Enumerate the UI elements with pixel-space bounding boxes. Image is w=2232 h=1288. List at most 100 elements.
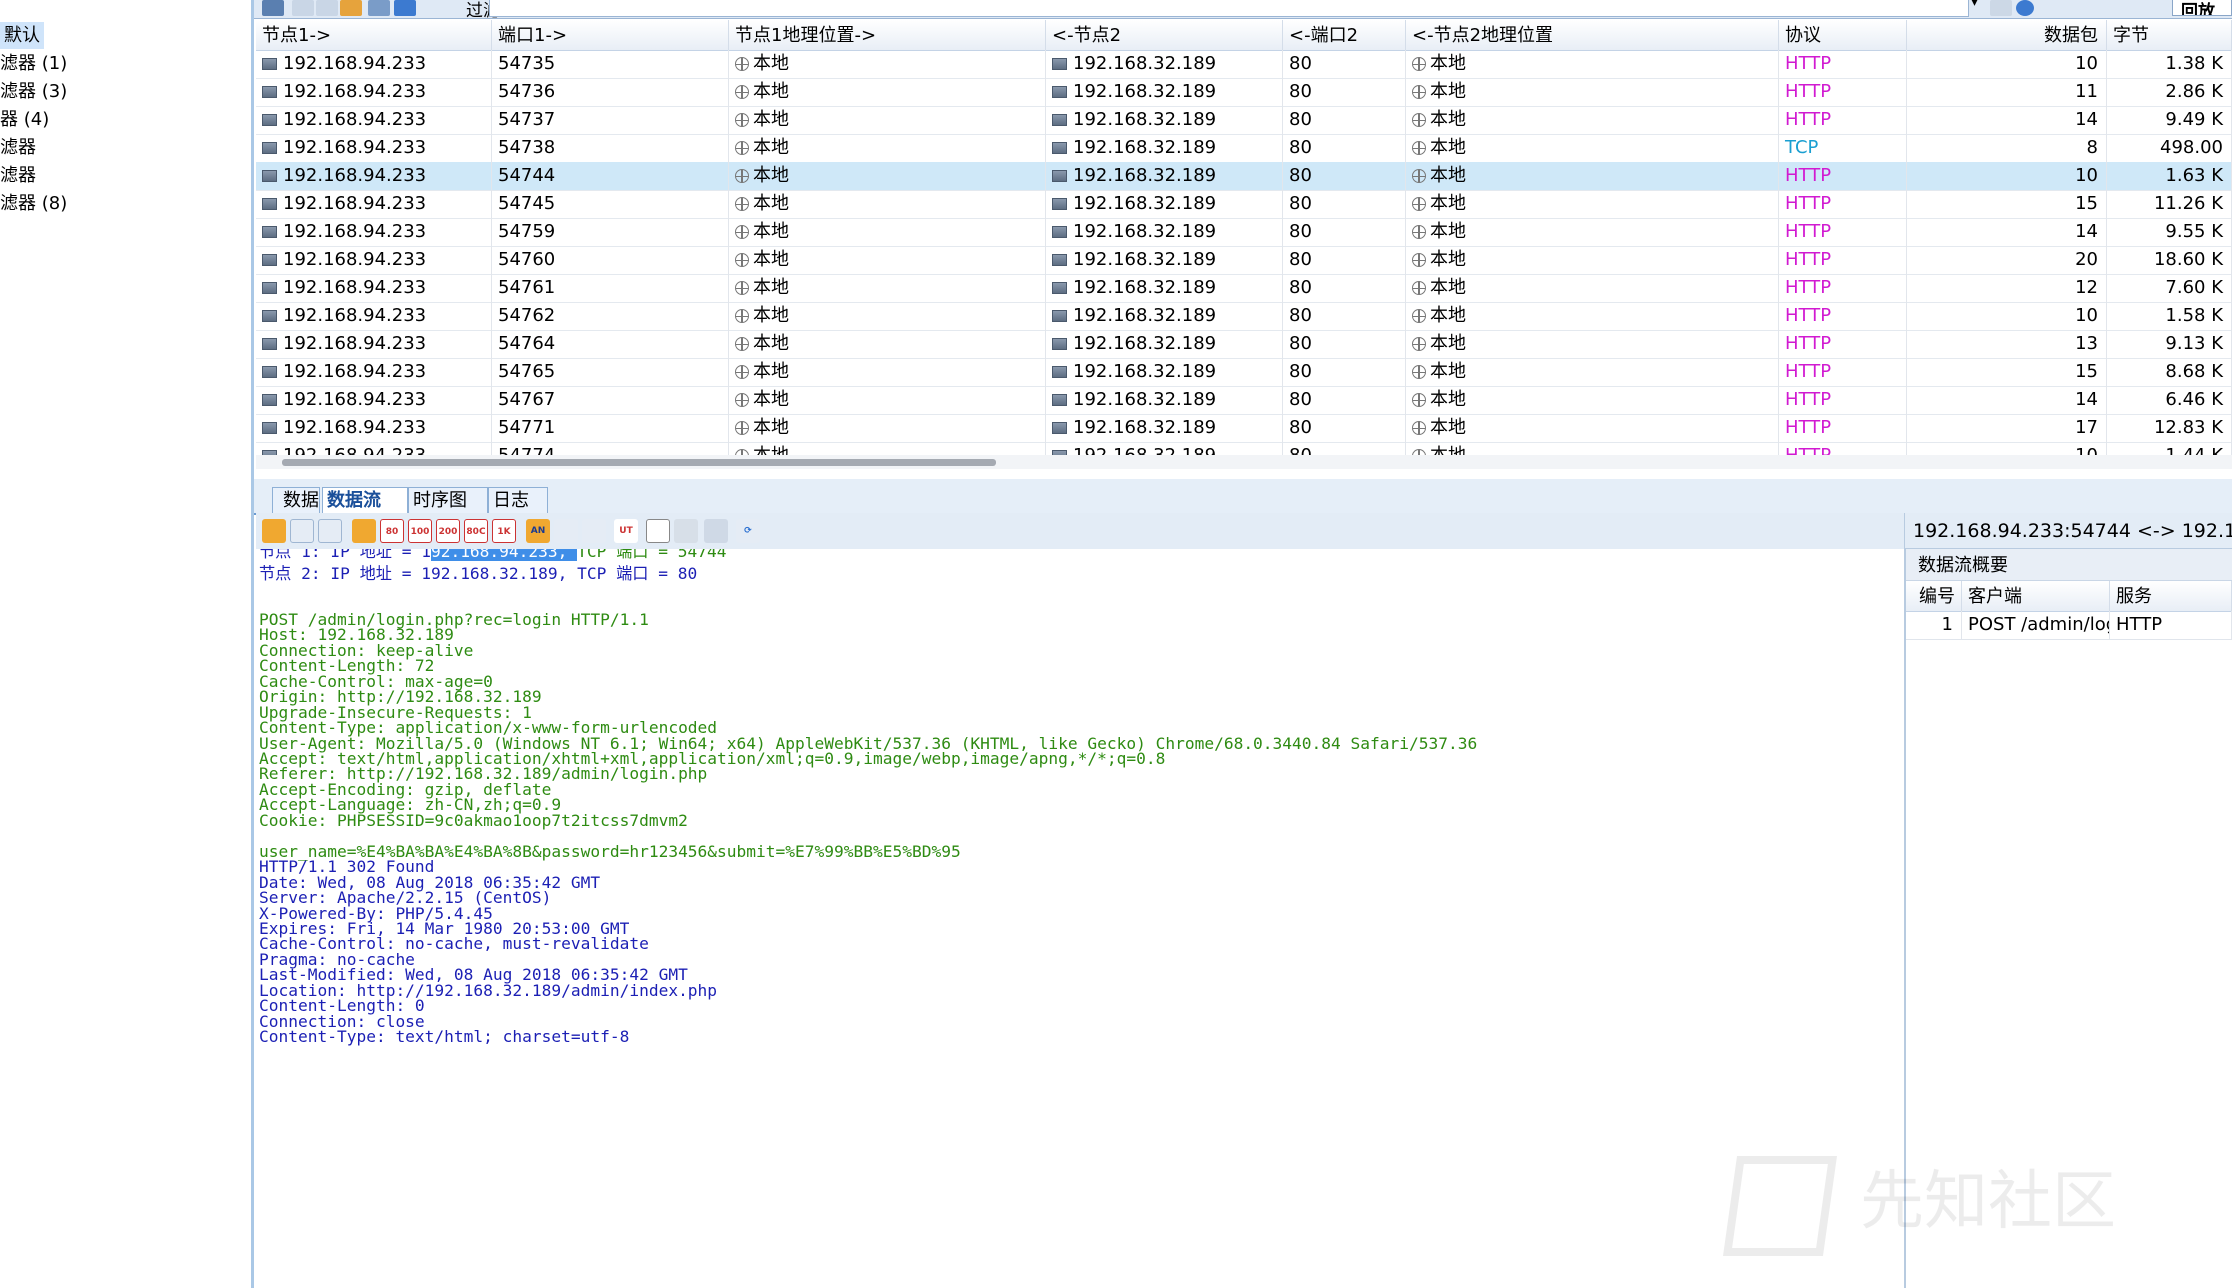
table-row[interactable]: 192.168.94.233 54738 本地 192.168.32.189 80 本地 T… xyxy=(256,134,2232,163)
col-protocol-cell: HTTP xyxy=(1779,246,1907,274)
scrollbar-thumb[interactable] xyxy=(282,459,996,466)
splitter[interactable] xyxy=(254,469,2232,479)
selected-text: 92.168.94.233, xyxy=(430,549,578,561)
tab-timing[interactable]: 时序图 xyxy=(408,487,488,513)
summary-header: 编号 客户端 服务 xyxy=(1906,581,2232,612)
computer-icon xyxy=(262,58,277,70)
col-packets-cell: 17 xyxy=(1907,414,2107,442)
summary-row[interactable]: 1 POST /admin/login.p... HTTP xyxy=(1906,611,2232,640)
col-packets-value: 14 xyxy=(2075,389,2098,410)
table-row[interactable]: 192.168.94.233 54767 本地 192.168.32.189 80 本地 H… xyxy=(256,386,2232,415)
summary-row-server: HTTP xyxy=(2110,611,2232,639)
hex-icon[interactable] xyxy=(646,519,670,543)
col-node2-cell: 192.168.32.189 xyxy=(1046,218,1283,246)
table-row[interactable]: 192.168.94.233 54736 本地 192.168.32.189 80 本地 H… xyxy=(256,78,2232,107)
col-geo1-cell: 本地 xyxy=(729,302,1046,330)
col-node1-value: 192.168.94.233 xyxy=(283,333,427,354)
text-icon[interactable] xyxy=(554,519,578,543)
col-node2-value: 192.168.32.189 xyxy=(1073,249,1217,270)
horizontal-scrollbar[interactable] xyxy=(256,455,2232,469)
doc-icon[interactable] xyxy=(292,0,314,16)
tree-item[interactable]: 默认 xyxy=(0,22,44,49)
size-80c-icon[interactable]: 80C xyxy=(464,519,488,543)
table-row[interactable]: 192.168.94.233 54737 本地 192.168.32.189 80 本地 H… xyxy=(256,106,2232,135)
table-row[interactable]: 192.168.94.233 54762 本地 192.168.32.189 80 本地 H… xyxy=(256,302,2232,331)
size-1k-icon[interactable]: 1K xyxy=(492,519,516,543)
size-100-icon[interactable]: 100 xyxy=(408,519,432,543)
col-geo1-cell: 本地 xyxy=(729,50,1046,78)
table-row[interactable]: 192.168.94.233 54765 本地 192.168.32.189 80 本地 H… xyxy=(256,358,2232,387)
tree-item[interactable]: 器 (4) xyxy=(0,106,49,133)
tree-item[interactable]: 滤器 (8) xyxy=(0,190,67,217)
doc-icon[interactable] xyxy=(316,0,338,16)
table-row[interactable]: 192.168.94.233 54774 本地 192.168.32.189 80 本地 H… xyxy=(256,442,2232,455)
summary-col-server[interactable]: 服务 xyxy=(2110,581,2232,611)
size-200-icon[interactable]: 200 xyxy=(436,519,460,543)
col-port1-header[interactable]: 端口1-> xyxy=(492,20,729,50)
export-icon[interactable] xyxy=(674,519,698,543)
filter-input[interactable] xyxy=(489,0,1969,17)
table-row[interactable]: 192.168.94.233 54745 本地 192.168.32.189 80 本地 H… xyxy=(256,190,2232,219)
stream-direction-both-icon[interactable] xyxy=(262,519,286,543)
col-geo2-cell: 本地 xyxy=(1406,162,1779,190)
col-node2-header[interactable]: <-节点2 xyxy=(1046,20,1283,50)
computer-icon xyxy=(262,142,277,154)
table-row[interactable]: 192.168.94.233 54764 本地 192.168.32.189 80 本地 H… xyxy=(256,330,2232,359)
calendar-icon[interactable] xyxy=(340,0,362,16)
save-icon[interactable] xyxy=(262,0,284,16)
col-bytes-cell: 1.58 K xyxy=(2107,302,2232,330)
globe-icon xyxy=(735,57,749,71)
col-packets-value: 17 xyxy=(2075,417,2098,438)
help-icon[interactable] xyxy=(2016,0,2034,16)
save-image-icon[interactable] xyxy=(704,519,728,543)
computer-icon xyxy=(262,310,277,322)
tab-log[interactable]: 日志 xyxy=(488,487,548,513)
copy-icon[interactable] xyxy=(352,519,376,543)
col-node1-header[interactable]: 节点1-> xyxy=(256,20,492,50)
table-row[interactable]: 192.168.94.233 54759 本地 192.168.32.189 80 本地 H… xyxy=(256,218,2232,247)
col-node2-cell: 192.168.32.189 xyxy=(1046,274,1283,302)
col-port1-cell: 54774 xyxy=(492,442,729,455)
table-row[interactable]: 192.168.94.233 54744 本地 192.168.32.189 80 本地 H… xyxy=(256,162,2232,191)
computer-icon xyxy=(1052,198,1067,210)
table-row[interactable]: 192.168.94.233 54760 本地 192.168.32.189 80 本地 H… xyxy=(256,246,2232,275)
col-bytes-value: 12.83 K xyxy=(2153,417,2223,438)
network-icon[interactable] xyxy=(368,0,390,16)
col-protocol-value: HTTP xyxy=(1785,361,1832,382)
col-protocol-header[interactable]: 协议 xyxy=(1779,20,1907,50)
col-port2-header[interactable]: <-端口2 xyxy=(1283,20,1406,50)
col-geo2-value: 本地 xyxy=(1430,305,1466,326)
refresh-icon[interactable] xyxy=(394,0,416,16)
col-packets-header[interactable]: 数据包 xyxy=(1907,20,2107,50)
tree-item[interactable]: 滤器 xyxy=(0,134,36,161)
col-packets-value: 15 xyxy=(2075,193,2098,214)
replay-button[interactable]: 回放 xyxy=(2172,0,2232,16)
ascii-icon[interactable]: AN xyxy=(526,519,550,543)
table-row[interactable]: 192.168.94.233 54771 本地 192.168.32.189 80 本地 H… xyxy=(256,414,2232,443)
stream-direction-server-icon[interactable] xyxy=(318,519,342,543)
search-icon[interactable] xyxy=(1990,0,2012,16)
col-geo1-value: 本地 xyxy=(753,81,789,102)
size-80-icon[interactable]: 80 xyxy=(380,519,404,543)
tab-packets[interactable]: 数据包 xyxy=(272,487,320,513)
utf8-icon[interactable]: UT xyxy=(614,519,638,543)
tree-item[interactable]: 滤器 xyxy=(0,162,36,189)
refresh-icon[interactable]: ⟳ xyxy=(736,519,760,543)
tree-item[interactable]: 滤器 (1) xyxy=(0,50,67,77)
stream-direction-client-icon[interactable] xyxy=(290,519,314,543)
summary-col-client[interactable]: 客户端 xyxy=(1962,581,2110,611)
stream-text-view[interactable]: 节点 1: IP 地址 = 192.168.94.233, TCP 端口 = 5… xyxy=(256,549,1906,1288)
table-row[interactable]: 192.168.94.233 54761 本地 192.168.32.189 80 本地 H… xyxy=(256,274,2232,303)
col-node2-cell: 192.168.32.189 xyxy=(1046,190,1283,218)
filter-dropdown-icon[interactable]: ▾ xyxy=(1971,0,1978,10)
table-row[interactable]: 192.168.94.233 54735 本地 192.168.32.189 80 本地 H… xyxy=(256,50,2232,79)
summary-col-no[interactable]: 编号 xyxy=(1906,581,1962,611)
tree-item[interactable]: 滤器 (3) xyxy=(0,78,67,105)
col-bytes-header[interactable]: 字节 xyxy=(2107,20,2232,50)
col-geo1-header[interactable]: 节点1地理位置-> xyxy=(729,20,1046,50)
decode-icon[interactable] xyxy=(582,519,606,543)
col-protocol-value: HTTP xyxy=(1785,249,1832,270)
tab-stream[interactable]: 数据流 xyxy=(322,487,408,513)
col-node1-value: 192.168.94.233 xyxy=(283,417,427,438)
col-geo2-header[interactable]: <-节点2地理位置 xyxy=(1406,20,1779,50)
